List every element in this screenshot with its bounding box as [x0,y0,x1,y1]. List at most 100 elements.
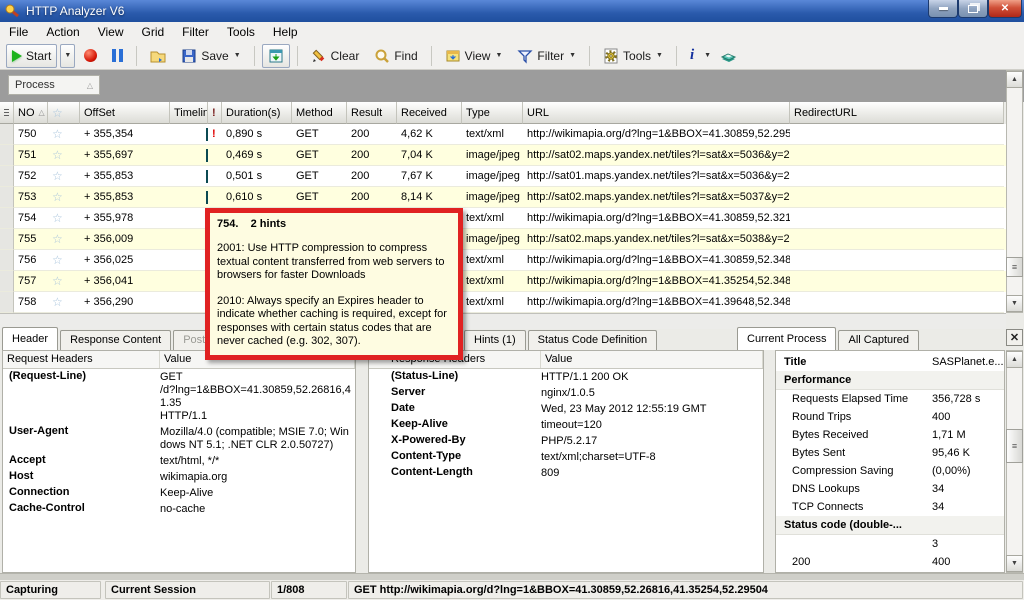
column-header-icon[interactable] [0,102,14,124]
stats-row[interactable]: Bytes Sent95,46 K [776,444,1004,462]
tab-header[interactable]: Header [2,327,58,350]
bookmark-star-icon[interactable]: ☆ [52,295,63,309]
start-button[interactable]: Start [6,44,57,68]
scroll-up-icon[interactable]: ▲ [1006,351,1023,368]
column-header-alert[interactable]: ! [208,102,222,124]
menu-item-file[interactable]: File [0,23,37,41]
response-value-column[interactable]: Value [541,351,763,368]
tools-button[interactable]: Tools ▼ [597,44,669,68]
column-header-no[interactable]: NO△ [14,102,48,124]
tab-hints-1-[interactable]: Hints (1) [464,330,526,350]
close-panel-button[interactable]: ✕ [1006,329,1023,346]
filter-dropdown-icon[interactable]: ▼ [569,52,576,59]
bookmark-star-icon[interactable]: ☆ [52,232,63,246]
column-header-timeline[interactable]: Timeline [170,102,208,124]
header-row[interactable]: Servernginx/1.0.5 [369,385,763,401]
panel-vertical-scrollbar[interactable]: ▲ ≡ ▼ [1006,350,1023,573]
info-dropdown-icon[interactable]: ▼ [704,52,711,59]
tab-response-content[interactable]: Response Content [60,330,171,350]
restore-button[interactable] [958,0,988,18]
menu-item-grid[interactable]: Grid [133,23,174,41]
view-dropdown-icon[interactable]: ▼ [495,52,502,59]
table-row[interactable]: 754☆+ 355,978text/xmlhttp://wikimapia.or… [0,208,1006,229]
clear-button[interactable]: Clear [305,44,366,68]
bookmark-star-icon[interactable]: ☆ [52,148,63,162]
stats-row[interactable]: Requests Elapsed Time356,728 s [776,390,1004,408]
scroll-down-icon[interactable]: ▼ [1006,295,1023,312]
stop-button[interactable] [78,44,103,68]
stats-row[interactable]: TCP Connects34 [776,498,1004,516]
bookmark-star-icon[interactable]: ☆ [52,211,63,225]
column-header-duration[interactable]: Duration(s) [222,102,292,124]
header-row[interactable]: DateWed, 23 May 2012 12:55:19 GMT [369,401,763,417]
autoscroll-button[interactable] [262,44,290,68]
tab-status-code-definition[interactable]: Status Code Definition [528,330,657,350]
table-row[interactable]: 757☆+ 356,041text/xmlhttp://wikimapia.or… [0,271,1006,292]
scroll-thumb[interactable]: ≡ [1006,257,1023,277]
table-row[interactable]: 756☆+ 356,025text/xmlhttp://wikimapia.or… [0,250,1006,271]
header-row[interactable]: Content-Typetext/xml;charset=UTF-8 [369,449,763,465]
close-button[interactable]: ✕ [988,0,1022,18]
tab-current-process[interactable]: Current Process [737,327,836,350]
header-row[interactable]: X-Powered-ByPHP/5.2.17 [369,433,763,449]
menu-item-tools[interactable]: Tools [218,23,264,41]
menu-item-view[interactable]: View [89,23,133,41]
menu-item-help[interactable]: Help [264,23,307,41]
bookmark-star-icon[interactable]: ☆ [52,274,63,288]
bookmark-star-icon[interactable]: ☆ [52,190,63,204]
table-row[interactable]: 752☆+ 355,8530,501 sGET2007,67 Kimage/jp… [0,166,1006,187]
request-headers-column[interactable]: Request Headers [3,351,160,368]
stats-row[interactable]: Compression Saving(0,00%) [776,462,1004,480]
column-header-redirect[interactable]: RedirectURL [790,102,1004,124]
header-row[interactable]: ConnectionKeep-Alive [3,485,355,501]
bookmark-star-icon[interactable]: ☆ [52,169,63,183]
save-dropdown-icon[interactable]: ▼ [234,52,241,59]
header-row[interactable]: Content-Length809 [369,465,763,481]
scroll-thumb[interactable]: ≡ [1006,429,1023,463]
column-header-offset[interactable]: OffSet [80,102,170,124]
save-button[interactable]: Save ▼ [175,44,246,68]
view-button[interactable]: View ▼ [439,44,509,68]
header-row[interactable]: User-AgentMozilla/4.0 (compatible; MSIE … [3,424,355,453]
column-header-star[interactable]: ☆ [48,102,80,124]
tools-dropdown-icon[interactable]: ▼ [656,52,663,59]
menu-item-action[interactable]: Action [37,23,88,41]
grid-horizontal-scrollbar[interactable] [0,313,1006,329]
stats-row[interactable]: 3 [776,535,1004,553]
tab-all-captured[interactable]: All Captured [838,330,919,350]
process-group-header[interactable]: Process △ [8,75,100,95]
column-header-url[interactable]: URL [523,102,790,124]
scroll-up-icon[interactable]: ▲ [1006,71,1023,88]
table-row[interactable]: 751☆+ 355,6970,469 sGET2007,04 Kimage/jp… [0,145,1006,166]
scroll-down-icon[interactable]: ▼ [1006,555,1023,572]
start-dropdown[interactable]: ▼ [60,44,75,68]
table-row[interactable]: 758☆+ 356,290text/xmlhttp://wikimapia.or… [0,292,1006,313]
grid-vertical-scrollbar[interactable]: ▲ ≡ ▼ [1006,70,1023,313]
header-row[interactable]: Accepttext/html, */* [3,453,355,469]
header-row[interactable]: (Status-Line)HTTP/1.1 200 OK [369,369,763,385]
header-row[interactable]: Keep-Alivetimeout=120 [369,417,763,433]
column-header-result[interactable]: Result [347,102,397,124]
bookmark-star-icon[interactable]: ☆ [52,127,63,141]
filter-button[interactable]: Filter ▼ [511,44,582,68]
stats-row[interactable]: Bytes Received1,71 M [776,426,1004,444]
open-session-button[interactable] [144,44,172,68]
minimize-button[interactable] [928,0,958,18]
column-header-method[interactable]: Method [292,102,347,124]
stats-row[interactable]: 200400 [776,553,1004,571]
bookmark-star-icon[interactable]: ☆ [52,253,63,267]
help-book-button[interactable] [714,44,743,68]
stats-row[interactable]: Round Trips400 [776,408,1004,426]
header-row[interactable]: Cache-Controlno-cache [3,501,355,517]
column-header-received[interactable]: Received [397,102,462,124]
stats-row[interactable]: DNS Lookups34 [776,480,1004,498]
pause-button[interactable] [106,44,129,68]
find-button[interactable]: Find [368,44,423,68]
table-row[interactable]: 750☆+ 355,354!0,890 sGET2004,62 Ktext/xm… [0,124,1006,145]
table-row[interactable]: 755☆+ 356,009image/jpeghttp://sat02.maps… [0,229,1006,250]
stats-row[interactable]: TitleSASPlanet.e... [776,353,1004,371]
header-row[interactable]: (Request-Line)GET /d?lng=1&BBOX=41.30859… [3,369,355,424]
table-row[interactable]: 753☆+ 355,8530,610 sGET2008,14 Kimage/jp… [0,187,1006,208]
column-header-type[interactable]: Type [462,102,523,124]
header-row[interactable]: Hostwikimapia.org [3,469,355,485]
